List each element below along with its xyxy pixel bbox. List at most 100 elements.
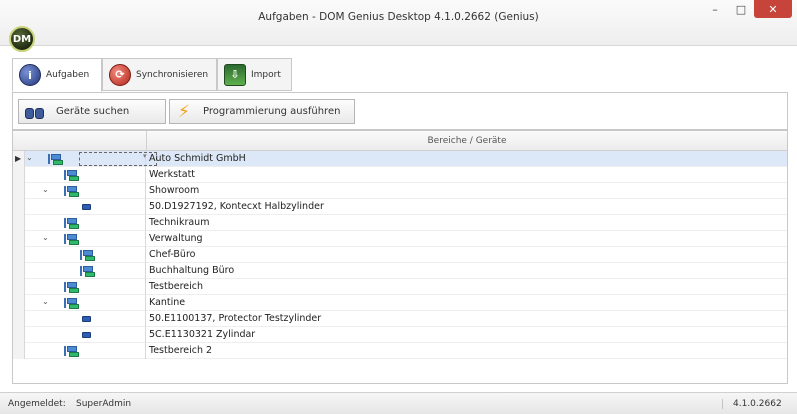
tree-cell[interactable] <box>25 247 146 263</box>
tree-row[interactable]: Testbereich <box>13 279 787 295</box>
row-name[interactable]: 50.E1100137, Protector Testzylinder <box>146 311 787 327</box>
row-indicator[interactable]: ▶ <box>13 151 25 167</box>
run-programming-button[interactable]: ⚡ Programmierung ausführen <box>169 99 355 124</box>
row-name[interactable]: Testbereich <box>146 279 787 295</box>
row-indicator[interactable] <box>13 343 25 359</box>
row-name[interactable]: 50.D1927192, Kontecxt Halbzylinder <box>146 199 787 215</box>
status-user: SuperAdmin <box>76 399 132 409</box>
tree-cell[interactable]: ⌄ <box>25 183 146 199</box>
areas-devices-grid[interactable]: Bereiche / Geräte ▶ ⌄ ▾ Auto Schmidt GmbH We… <box>12 130 788 384</box>
run-programming-label: Programmierung ausführen <box>203 106 341 117</box>
status-version: 4.1.0.2662 <box>722 399 782 409</box>
collapse-toggle-icon[interactable]: ⌄ <box>42 233 49 242</box>
tab-synchronisieren[interactable]: ⟳ Synchronisieren <box>102 58 217 91</box>
row-name[interactable]: Kantine <box>146 295 787 311</box>
window-title: Aufgaben - DOM Genius Desktop 4.1.0.2662… <box>258 11 539 23</box>
search-devices-label: Geräte suchen <box>56 106 130 117</box>
row-name[interactable]: Verwaltung <box>146 231 787 247</box>
minimize-button[interactable]: – <box>704 0 726 18</box>
row-name[interactable]: Technikraum <box>146 215 787 231</box>
row-indicator[interactable] <box>13 231 25 247</box>
binoculars-icon <box>24 104 46 120</box>
tree-row[interactable]: ⌄ Verwaltung <box>13 231 787 247</box>
tree-row[interactable]: 5C.E1130321 Zylindar <box>13 327 787 343</box>
device-icon <box>82 316 91 322</box>
tree-cell[interactable] <box>25 311 146 327</box>
area-icon <box>64 218 79 229</box>
area-icon <box>64 282 79 293</box>
row-indicator[interactable] <box>13 183 25 199</box>
ribbon-tabs: i Aufgaben ⟳ Synchronisieren ⇩ Import <box>12 58 788 92</box>
column-header[interactable]: Bereiche / Geräte <box>146 131 787 151</box>
tree-row[interactable]: Technikraum <box>13 215 787 231</box>
row-indicator[interactable] <box>13 279 25 295</box>
tree-cell[interactable] <box>25 327 146 343</box>
lightning-icon: ⚡ <box>178 101 190 122</box>
search-devices-button[interactable]: Geräte suchen <box>18 99 166 124</box>
tree-cell[interactable]: ⌄ ▾ <box>25 151 157 167</box>
tree-row[interactable]: ⌄ Kantine <box>13 295 787 311</box>
toolbar: Geräte suchen ⚡ Programmierung ausführen <box>12 92 788 130</box>
collapse-toggle-icon[interactable]: ⌄ <box>42 185 49 194</box>
collapse-toggle-icon[interactable]: ⌄ <box>26 153 33 162</box>
device-icon <box>82 204 91 210</box>
tree-row[interactable]: 50.D1927192, Kontecxt Halbzylinder <box>13 199 787 215</box>
tree-cell[interactable] <box>25 279 146 295</box>
tree-cell[interactable] <box>25 215 146 231</box>
row-name[interactable]: Werkstatt <box>146 167 787 183</box>
row-indicator[interactable] <box>13 295 25 311</box>
maximize-button[interactable]: □ <box>730 0 752 18</box>
row-name[interactable]: Auto Schmidt GmbH <box>146 151 787 167</box>
row-indicator[interactable] <box>13 167 25 183</box>
collapse-toggle-icon[interactable]: ⌄ <box>42 297 49 306</box>
status-label: Angemeldet: <box>8 399 66 409</box>
row-name[interactable]: Buchhaltung Büro <box>146 263 787 279</box>
tree-row[interactable]: ▶ ⌄ ▾ Auto Schmidt GmbH <box>13 151 787 167</box>
tree-row[interactable]: Werkstatt <box>13 167 787 183</box>
tab-label: Aufgaben <box>46 70 90 80</box>
area-icon <box>64 298 79 309</box>
sync-icon: ⟳ <box>109 63 131 86</box>
import-icon: ⇩ <box>224 63 246 86</box>
area-icon <box>64 346 79 357</box>
row-name[interactable]: 5C.E1130321 Zylindar <box>146 327 787 343</box>
area-icon <box>64 186 79 197</box>
tree-cell[interactable] <box>25 343 146 359</box>
area-icon <box>80 266 95 277</box>
tree-row[interactable]: Testbereich 2 <box>13 343 787 359</box>
tree-row[interactable]: Chef-Büro <box>13 247 787 263</box>
row-indicator[interactable] <box>13 215 25 231</box>
tree-cell[interactable]: ⌄ <box>25 231 146 247</box>
area-icon <box>80 250 95 261</box>
row-indicator[interactable] <box>13 263 25 279</box>
tree-cell[interactable] <box>25 199 146 215</box>
tab-import[interactable]: ⇩ Import <box>217 58 292 91</box>
tab-label: Import <box>251 69 281 80</box>
tree-row[interactable]: ⌄ Showroom <box>13 183 787 199</box>
tree-cell[interactable]: ⌄ <box>25 295 146 311</box>
info-icon: i <box>19 64 41 86</box>
row-name[interactable]: Chef-Büro <box>146 247 787 263</box>
grid-header: Bereiche / Geräte <box>13 131 787 151</box>
row-indicator[interactable] <box>13 311 25 327</box>
row-name[interactable]: Testbereich 2 <box>146 343 787 359</box>
row-name[interactable]: Showroom <box>146 183 787 199</box>
row-indicator[interactable] <box>13 327 25 343</box>
tab-aufgaben[interactable]: i Aufgaben <box>12 58 102 92</box>
area-icon <box>48 154 63 165</box>
device-icon <box>82 332 91 338</box>
current-row-arrow-icon: ▶ <box>15 154 22 163</box>
row-indicator[interactable] <box>13 199 25 215</box>
tree-cell[interactable] <box>25 167 146 183</box>
tree-row[interactable]: 50.E1100137, Protector Testzylinder <box>13 311 787 327</box>
status-bar: Angemeldet: SuperAdmin 4.1.0.2662 <box>0 392 797 414</box>
area-icon <box>64 170 79 181</box>
close-button[interactable]: ✕ <box>754 0 792 18</box>
tab-label: Synchronisieren <box>136 69 209 80</box>
tree-cell[interactable] <box>25 263 146 279</box>
title-bar: Aufgaben - DOM Genius Desktop 4.1.0.2662… <box>0 0 797 46</box>
row-indicator[interactable] <box>13 247 25 263</box>
area-icon <box>64 234 79 245</box>
tree-row[interactable]: Buchhaltung Büro <box>13 263 787 279</box>
app-logo[interactable]: DM <box>9 26 35 52</box>
